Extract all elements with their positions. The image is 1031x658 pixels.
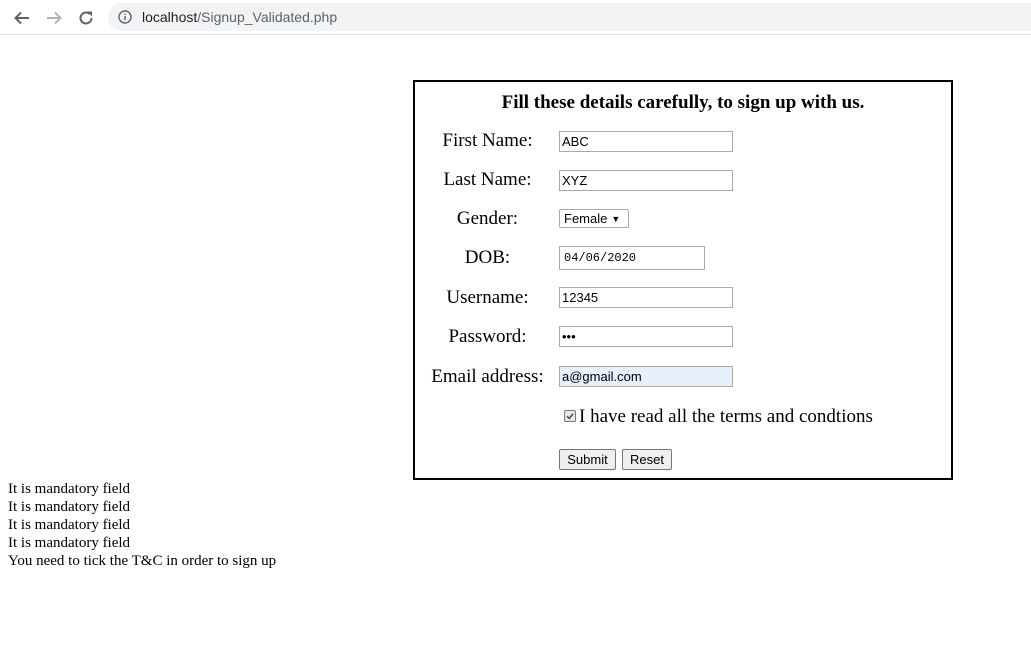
gender-select[interactable]: Female ▼ bbox=[559, 209, 629, 228]
url-path: /Signup_Validated.php bbox=[197, 9, 338, 25]
checkmark-icon bbox=[566, 413, 574, 420]
forward-button[interactable] bbox=[42, 6, 66, 30]
reload-icon bbox=[79, 11, 93, 25]
password-label: Password: bbox=[448, 326, 527, 347]
gender-selected-value: Female bbox=[564, 211, 608, 226]
terms-label: I have read all the terms and condtions bbox=[579, 406, 873, 427]
first-name-input[interactable]: ABC bbox=[559, 131, 733, 152]
email-label: Email address: bbox=[431, 366, 544, 387]
submit-button[interactable]: Submit bbox=[559, 449, 616, 470]
reset-button[interactable]: Reset bbox=[622, 449, 672, 470]
last-name-label: Last Name: bbox=[443, 169, 532, 190]
dob-label: DOB: bbox=[464, 247, 511, 268]
dob-input[interactable]: 04/06/2020 bbox=[559, 246, 705, 270]
forward-arrow-icon bbox=[47, 11, 62, 25]
reload-button[interactable] bbox=[74, 6, 98, 30]
email-input[interactable]: a@gmail.com bbox=[559, 366, 733, 387]
info-icon[interactable] bbox=[118, 10, 132, 24]
dropdown-arrow-icon: ▼ bbox=[611, 214, 621, 224]
url-text: localhost/Signup_Validated.php bbox=[142, 9, 337, 25]
back-arrow-icon bbox=[14, 11, 29, 25]
signup-form: Fill these details carefully, to sign up… bbox=[413, 80, 953, 480]
url-host: localhost bbox=[142, 9, 198, 25]
address-bar[interactable]: localhost/Signup_Validated.php bbox=[108, 3, 1031, 31]
error-message: It is mandatory field bbox=[8, 499, 131, 515]
browser-toolbar: localhost/Signup_Validated.php bbox=[0, 0, 1031, 35]
error-messages: It is mandatory field It is mandatory fi… bbox=[8, 480, 276, 570]
last-name-input[interactable]: XYZ bbox=[559, 170, 733, 191]
username-input[interactable]: 12345 bbox=[559, 287, 733, 308]
error-message-terms: You need to tick the T&C in order to sig… bbox=[8, 553, 277, 569]
error-message: It is mandatory field bbox=[8, 535, 131, 551]
error-message: It is mandatory field bbox=[8, 517, 131, 533]
username-label: Username: bbox=[446, 287, 529, 308]
error-message: It is mandatory field bbox=[8, 481, 131, 497]
password-input[interactable]: ••• bbox=[559, 326, 733, 347]
first-name-label: First Name: bbox=[442, 130, 533, 151]
form-title: Fill these details carefully, to sign up… bbox=[501, 92, 865, 113]
back-button[interactable] bbox=[10, 6, 34, 30]
gender-label: Gender: bbox=[456, 208, 519, 229]
terms-checkbox[interactable] bbox=[564, 410, 576, 422]
